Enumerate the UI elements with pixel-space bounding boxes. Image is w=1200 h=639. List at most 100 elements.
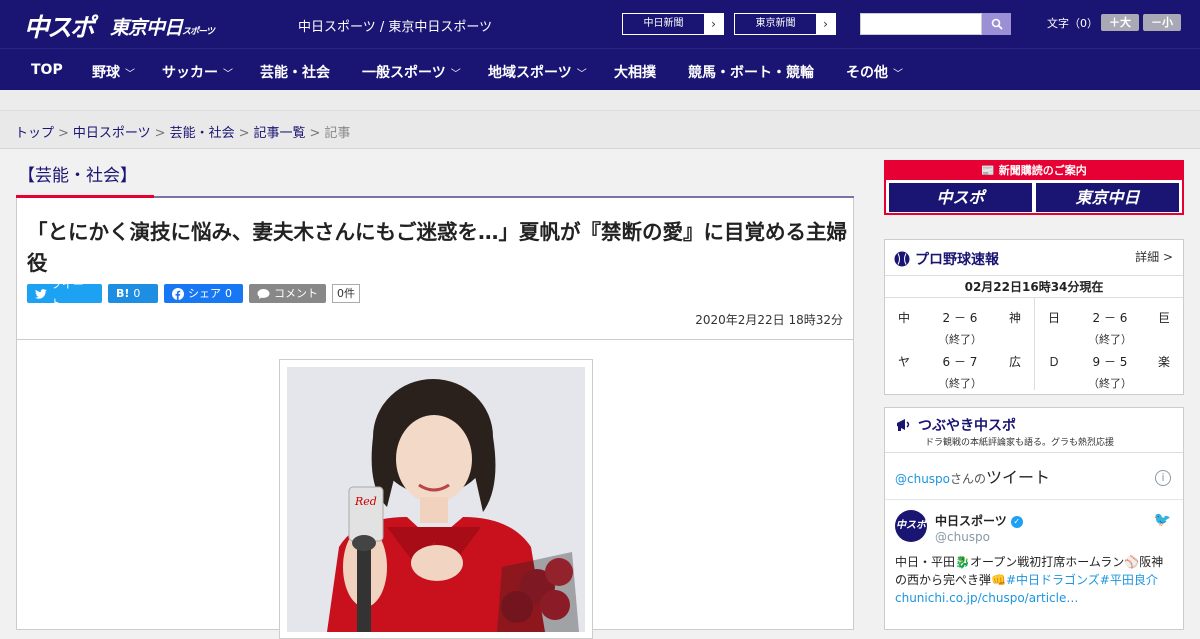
search-input[interactable] [860,13,982,35]
font-larger-button[interactable]: ＋大 [1101,14,1139,31]
verified-badge-icon: ✓ [1010,515,1023,528]
comment-button[interactable]: コメント [249,284,326,303]
baseball-detail-link[interactable]: 詳細 > [1135,248,1173,265]
baseball-title: プロ野球速報 [894,249,999,269]
nav-item-top[interactable]: TOP [31,62,63,78]
main-nav: TOP 野球 ﹀ サッカー ﹀ 芸能・社会 一般スポーツ ﹀ 地域スポーツ ﹀ 大相撲 … [0,48,1200,90]
tokyo-chunichi-subscribe-logo[interactable]: 東京中日 [1036,183,1179,212]
game-row[interactable]: 中 2 － 6 神 （終了） [885,302,1034,346]
tweet-widget-subtitle: ドラ観戦の本紙評論家も語る。グラも熱烈応援 [925,438,1115,448]
nav-item-local-sports[interactable]: 地域スポーツ ﹀ [488,62,587,82]
breadcrumb-top[interactable]: トップ [15,126,54,141]
chevron-down-icon: ﹀ [125,69,135,80]
top-header: 中スポ 東京中日スポーツ 中日スポーツ / 東京中日スポーツ 中日新聞 › 東京… [0,0,1200,48]
nav-item-baseball[interactable]: 野球 ﹀ [92,62,135,82]
hatena-count: 0 [133,287,141,300]
article-box: 「とにかく演技に悩み、妻夫木さんにもご迷惑を…」夏帆が『禁断の愛』に目覚める主婦… [16,198,854,639]
baseball-title-text: プロ野球速報 [915,252,999,268]
breadcrumb-chuspo[interactable]: 中日スポーツ [73,126,151,141]
away-team: 楽 [1157,355,1170,369]
nav-item-other[interactable]: その他 ﹀ [846,62,903,82]
breadcrumb-current: 記事 [324,126,351,141]
subscription-banner[interactable]: 📰 新聞購読のご案内 中スポ 東京中日 [884,160,1184,215]
nav-label: 競馬・ボート・競輪 [688,65,814,81]
tweet-widget-title: つぶやき中スポ [895,415,1016,435]
nav-item-entertainment[interactable]: 芸能・社会 [260,62,330,82]
ext-link-label: 東京新聞 [735,14,816,34]
handle-suffix: さんの [950,472,987,486]
breadcrumb-separator: > [58,126,69,141]
hashtag-link[interactable]: #平田良介 [1100,573,1158,587]
subscription-heading-text: 新聞購読のご案内 [998,164,1087,177]
comment-count: 0件 [332,284,360,303]
game-row[interactable]: ヤ 6 － 7 広 （終了） [885,346,1034,390]
search-button[interactable] [982,13,1011,35]
tweet-widget-header: つぶやき中スポ ドラ観戦の本紙評論家も語る。グラも熱烈応援 [885,408,1183,453]
tweet-url-link[interactable]: chunichi.co.jp/chuspo/article… [895,591,1078,605]
article-title: 「とにかく演技に悩み、妻夫木さんにもご迷惑を…」夏帆が『禁断の愛』に目覚める主婦… [27,220,847,275]
nav-item-soccer[interactable]: サッカー ﹀ [162,62,233,82]
facebook-icon [172,287,184,300]
chevron-right-icon: › [704,14,723,34]
search-icon [991,18,1003,30]
share-row: ツイート B! 0 シェア 0 コメント 0件 [27,278,360,310]
font-smaller-button[interactable]: －小 [1143,14,1181,31]
nav-label: 芸能・社会 [260,65,330,81]
nav-label: 大相撲 [614,65,656,81]
facebook-count: 0 [225,287,232,300]
facebook-share-button[interactable]: シェア 0 [164,284,243,303]
tweet-button[interactable]: ツイート [27,278,102,310]
chuspo-logo[interactable]: 中スポ [24,8,95,44]
tweet-widget: つぶやき中スポ ドラ観戦の本紙評論家も語る。グラも熱烈応援 @chuspoさんの… [884,407,1184,630]
game-status: （終了） [1088,377,1132,390]
breadcrumb-entertainment[interactable]: 芸能・社会 [170,126,235,141]
chunichi-shimbun-link[interactable]: 中日新聞 › [622,13,724,35]
article-photo[interactable]: Red [287,367,585,632]
hatena-bookmark-button[interactable]: B! 0 [108,284,158,303]
twitter-handle-link[interactable]: @chuspo [895,472,950,486]
nav-label: TOP [31,62,63,78]
tokyo-logo-small: スポーツ [182,27,215,37]
tweet-text: 中日・平田🐉オープン戦初打席ホームラン⚾阪神の西から完ぺき弾👊#中日ドラゴンズ#… [895,553,1175,607]
tokyo-shimbun-link[interactable]: 東京新聞 › [734,13,836,35]
tokyo-logo-text: 東京中日 [110,17,183,39]
chuspo-subscribe-logo[interactable]: 中スポ [889,183,1032,212]
category-heading: 【芸能・社会】 [18,166,137,186]
baseball-update-time: 02月22日16時34分現在 [885,276,1183,298]
info-icon[interactable]: i [1155,470,1171,486]
ext-link-label: 中日新聞 [623,14,704,34]
breadcrumb: トップ > 中日スポーツ > 芸能・社会 > 記事一覧 > 記事 [0,111,1200,149]
nav-item-general-sports[interactable]: 一般スポーツ ﹀ [362,62,461,82]
breadcrumb-article-list[interactable]: 記事一覧 [254,126,306,141]
megaphone-icon [897,419,910,431]
hatena-icon: B! [116,287,130,300]
games-column: 日 2 － 6 巨 （終了） Ｄ 9 － 5 楽 （終了） [1034,298,1183,390]
tokyo-chunichi-logo[interactable]: 東京中日スポーツ [110,13,215,40]
twitter-bird-icon[interactable]: 🐦 [1154,512,1171,528]
hashtag-link[interactable]: #中日ドラゴンズ [1006,573,1100,587]
away-team: 広 [1008,355,1021,369]
facebook-label: シェア [188,287,221,300]
breadcrumb-separator: > [154,126,166,141]
tweet-account-name[interactable]: 中日スポーツ ✓ [935,512,1023,529]
site-names: 中日スポーツ / 東京中日スポーツ [298,20,493,35]
baseball-icon [894,251,910,267]
nav-label: その他 [846,65,888,81]
tweet-account-user[interactable]: @chuspo [935,530,990,544]
avatar[interactable]: 中スポ [895,510,927,542]
nav-item-sumo[interactable]: 大相撲 [614,62,656,82]
nav-item-keiba[interactable]: 競馬・ボート・競輪 [688,62,814,82]
tweet-timeline-heading: @chuspoさんのツイート [895,464,1050,488]
newspaper-icon: 📰 [981,164,999,177]
subscription-heading: 📰 新聞購読のご案内 [886,162,1182,180]
article-divider [17,339,853,340]
actress-photo-illustration: Red [287,367,585,632]
mic-flag-text: Red [354,495,377,508]
chevron-down-icon: ﹀ [223,69,233,80]
subscription-logos: 中スポ 東京中日 [886,180,1182,215]
font-size-label: 文字（0） [1047,17,1098,30]
game-row[interactable]: 日 2 － 6 巨 （終了） [1035,302,1183,346]
breadcrumb-trail: トップ > 中日スポーツ > 芸能・社会 > 記事一覧 > 記事 [15,122,350,141]
game-row[interactable]: Ｄ 9 － 5 楽 （終了） [1035,346,1183,390]
game-status: （終了） [938,333,982,346]
